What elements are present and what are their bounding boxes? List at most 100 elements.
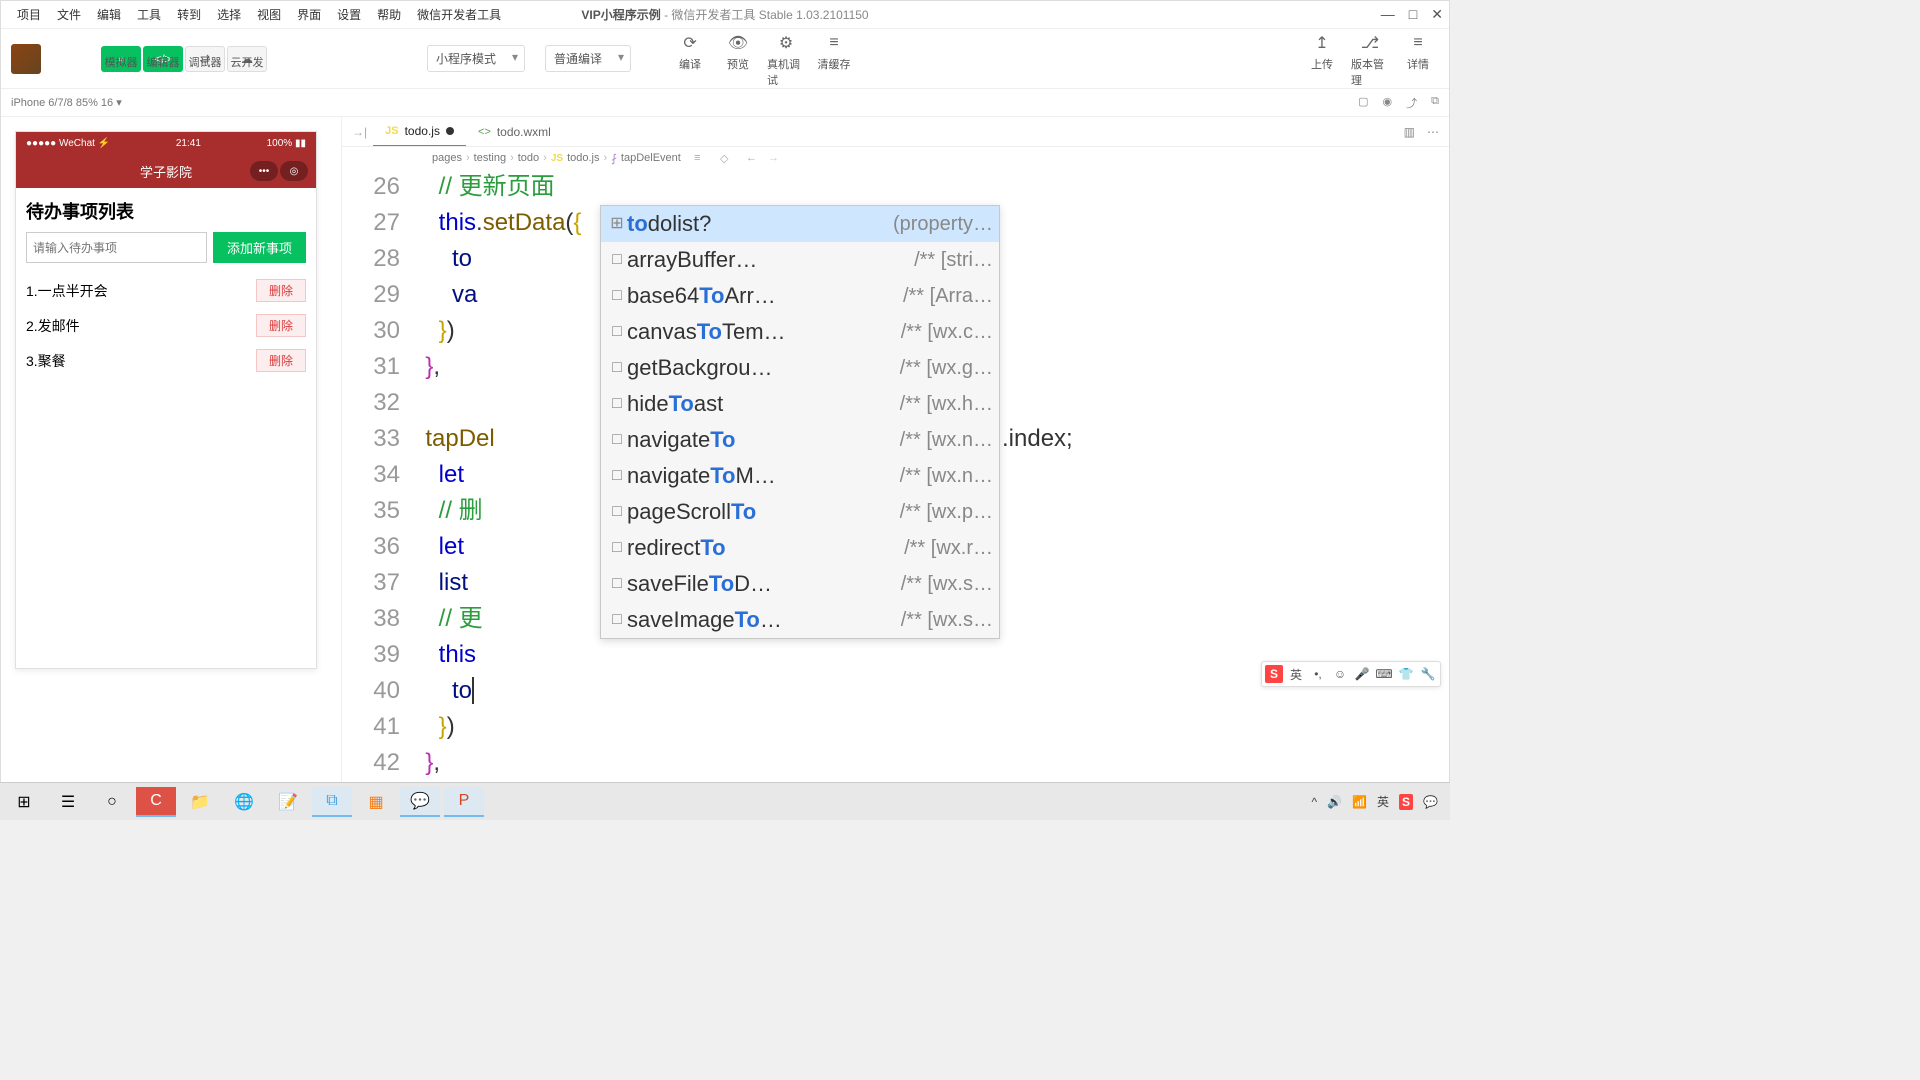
forward-icon[interactable]: → [768, 152, 779, 164]
xampp-icon[interactable]: ▦ [356, 787, 396, 817]
project-avatar[interactable] [11, 44, 41, 74]
minimize-icon[interactable]: — [1381, 6, 1395, 23]
vscode-icon[interactable]: ⧉ [312, 787, 352, 817]
menu-tools[interactable]: 工具 [129, 6, 169, 23]
autocomplete-item[interactable]: □arrayBuffer…/** [stri… [601, 242, 999, 278]
menu-select[interactable]: 选择 [209, 6, 249, 23]
wechat-icon[interactable]: 💬 [400, 787, 440, 817]
suggestion-icon: □ [607, 530, 627, 566]
ime-mic-icon[interactable]: 🎤 [1353, 665, 1371, 683]
autocomplete-item[interactable]: □base64ToArr…/** [Arra… [601, 278, 999, 314]
ime-toolbar[interactable]: S 英 •, ☺ 🎤 ⌨ 👕 🔧 [1261, 661, 1441, 687]
label-debugger: 调试器 [185, 54, 225, 70]
ime-keyboard-icon[interactable]: ⌨ [1375, 665, 1393, 683]
popout-icon[interactable]: ⧉ [1431, 95, 1439, 111]
menu-file[interactable]: 文件 [49, 6, 89, 23]
phone-icon: ⚙ [779, 30, 793, 56]
tray-expand-icon[interactable]: ^ [1311, 795, 1317, 809]
page-title: 待办事项列表 [26, 198, 306, 224]
chrome-icon[interactable]: 🌐 [224, 787, 264, 817]
menu-project[interactable]: 项目 [9, 6, 49, 23]
maximize-icon[interactable]: □ [1409, 6, 1417, 23]
menu-goto[interactable]: 转到 [169, 6, 209, 23]
editor-tabs: →| JS todo.js <> todo.wxml ▥ ⋯ [342, 117, 1449, 147]
add-button[interactable]: 添加新事项 [213, 232, 306, 263]
notepad-icon[interactable]: 📝 [268, 787, 308, 817]
ime-indicator[interactable]: 英 [1377, 793, 1389, 810]
menu-view[interactable]: 视图 [249, 6, 289, 23]
autocomplete-item[interactable]: □redirectTo/** [wx.r… [601, 530, 999, 566]
autocomplete-item[interactable]: □saveImageTo…/** [wx.s… [601, 602, 999, 638]
remote-debug-button[interactable]: ⚙真机调试 [767, 30, 805, 88]
explorer-icon[interactable]: 📁 [180, 787, 220, 817]
capsule-close-icon[interactable]: ◎ [280, 161, 308, 181]
autocomplete-item[interactable]: □canvasToTem…/** [wx.c… [601, 314, 999, 350]
autocomplete-item[interactable]: □getBackgrou…/** [wx.g… [601, 350, 999, 386]
bookmark-icon[interactable]: ◇ [720, 152, 728, 165]
ime-emoji-icon[interactable]: ☺ [1331, 665, 1349, 683]
window-title: VIP小程序示例 - 微信开发者工具 Stable 1.03.2101150 [581, 6, 868, 23]
tab-todo-js[interactable]: JS todo.js [373, 117, 466, 146]
menu-interface[interactable]: 界面 [289, 6, 329, 23]
autocomplete-item[interactable]: □pageScrollTo/** [wx.p… [601, 494, 999, 530]
ime-tool-icon[interactable]: 🔧 [1419, 665, 1437, 683]
volume-icon[interactable]: 🔊 [1327, 795, 1342, 809]
ime-punct-icon[interactable]: •, [1309, 665, 1327, 683]
menu-settings[interactable]: 设置 [329, 6, 369, 23]
more-actions-icon[interactable]: ⋯ [1427, 125, 1439, 139]
ime-lang[interactable]: 英 [1287, 665, 1305, 683]
code-line[interactable]: }) [412, 709, 1449, 745]
code-line[interactable]: }, [412, 745, 1449, 781]
nav-title: 学子影院 [140, 162, 192, 181]
menu-wechat-devtools[interactable]: 微信开发者工具 [409, 6, 509, 23]
delete-button[interactable]: 删除 [256, 349, 306, 372]
taskbar-app[interactable]: C [136, 787, 176, 817]
powerpoint-icon[interactable]: P [444, 787, 484, 817]
autocomplete-item[interactable]: □hideToast/** [wx.h… [601, 386, 999, 422]
mode-select[interactable]: 小程序模式 [427, 45, 525, 72]
back-icon[interactable]: ← [746, 152, 757, 164]
start-button[interactable]: ⊞ [4, 787, 44, 817]
suggestion-icon: □ [607, 314, 627, 350]
todo-input[interactable] [26, 232, 207, 263]
compile-button[interactable]: ⟳编译 [671, 30, 709, 88]
code-editor[interactable]: 262728293031323334353637383940414243 // … [342, 169, 1449, 795]
preview-button[interactable]: 👁预览 [719, 30, 757, 88]
version-button[interactable]: ⎇版本管理 [1351, 30, 1389, 88]
delete-button[interactable]: 删除 [256, 314, 306, 337]
code-content[interactable]: // 更新页面 this.setData({ to va }) }, tapDe… [412, 169, 1449, 795]
delete-button[interactable]: 删除 [256, 279, 306, 302]
details-button[interactable]: ≡详情 [1399, 30, 1437, 88]
rotate-icon[interactable]: ▢ [1358, 95, 1368, 111]
tab-todo-wxml[interactable]: <> todo.wxml [466, 117, 563, 146]
compile-select[interactable]: 普通编译 [545, 45, 631, 72]
upload-button[interactable]: ↥上传 [1303, 30, 1341, 88]
menu-bar: 项目 文件 编辑 工具 转到 选择 视图 界面 设置 帮助 微信开发者工具 VI… [1, 1, 1449, 29]
wifi-icon[interactable]: 📶 [1352, 795, 1367, 809]
clear-cache-button[interactable]: ≡清缓存 [815, 30, 853, 88]
ime-skin-icon[interactable]: 👕 [1397, 665, 1415, 683]
sogou-icon[interactable]: S [1265, 665, 1283, 683]
autocomplete-item[interactable]: ⊞todolist?(property… [601, 206, 999, 242]
split-editor-icon[interactable]: ▥ [1404, 125, 1415, 139]
share-icon[interactable]: ⤴ [1406, 95, 1417, 111]
todo-text: 1.一点半开会 [26, 281, 108, 301]
autocomplete-item[interactable]: □navigateToM…/** [wx.n… [601, 458, 999, 494]
task-view-icon[interactable]: ☰ [48, 787, 88, 817]
autocomplete-popup[interactable]: ⊞todolist?(property…□arrayBuffer…/** [st… [600, 205, 1000, 639]
notifications-icon[interactable]: 💬 [1423, 795, 1438, 809]
hamburger-icon[interactable]: ≡ [694, 152, 700, 164]
record-icon[interactable]: ◉ [1383, 95, 1393, 111]
breadcrumb[interactable]: ≡ ◇ ← → pages› testing› todo› JS todo.js… [342, 147, 1449, 169]
close-icon[interactable]: ✕ [1431, 6, 1443, 23]
code-line[interactable]: // 更新页面 [412, 169, 1449, 205]
menu-edit[interactable]: 编辑 [89, 6, 129, 23]
sogou-tray-icon[interactable]: S [1399, 794, 1413, 810]
menu-help[interactable]: 帮助 [369, 6, 409, 23]
autocomplete-item[interactable]: □saveFileToD…/** [wx.s… [601, 566, 999, 602]
sidebar-toggle-icon[interactable]: →| [352, 125, 367, 139]
capsule-menu-icon[interactable]: ••• [250, 161, 278, 181]
autocomplete-item[interactable]: □navigateTo/** [wx.n… [601, 422, 999, 458]
cortana-icon[interactable]: ○ [92, 787, 132, 817]
device-selector[interactable]: iPhone 6/7/8 85% 16 ▾ [11, 96, 122, 109]
